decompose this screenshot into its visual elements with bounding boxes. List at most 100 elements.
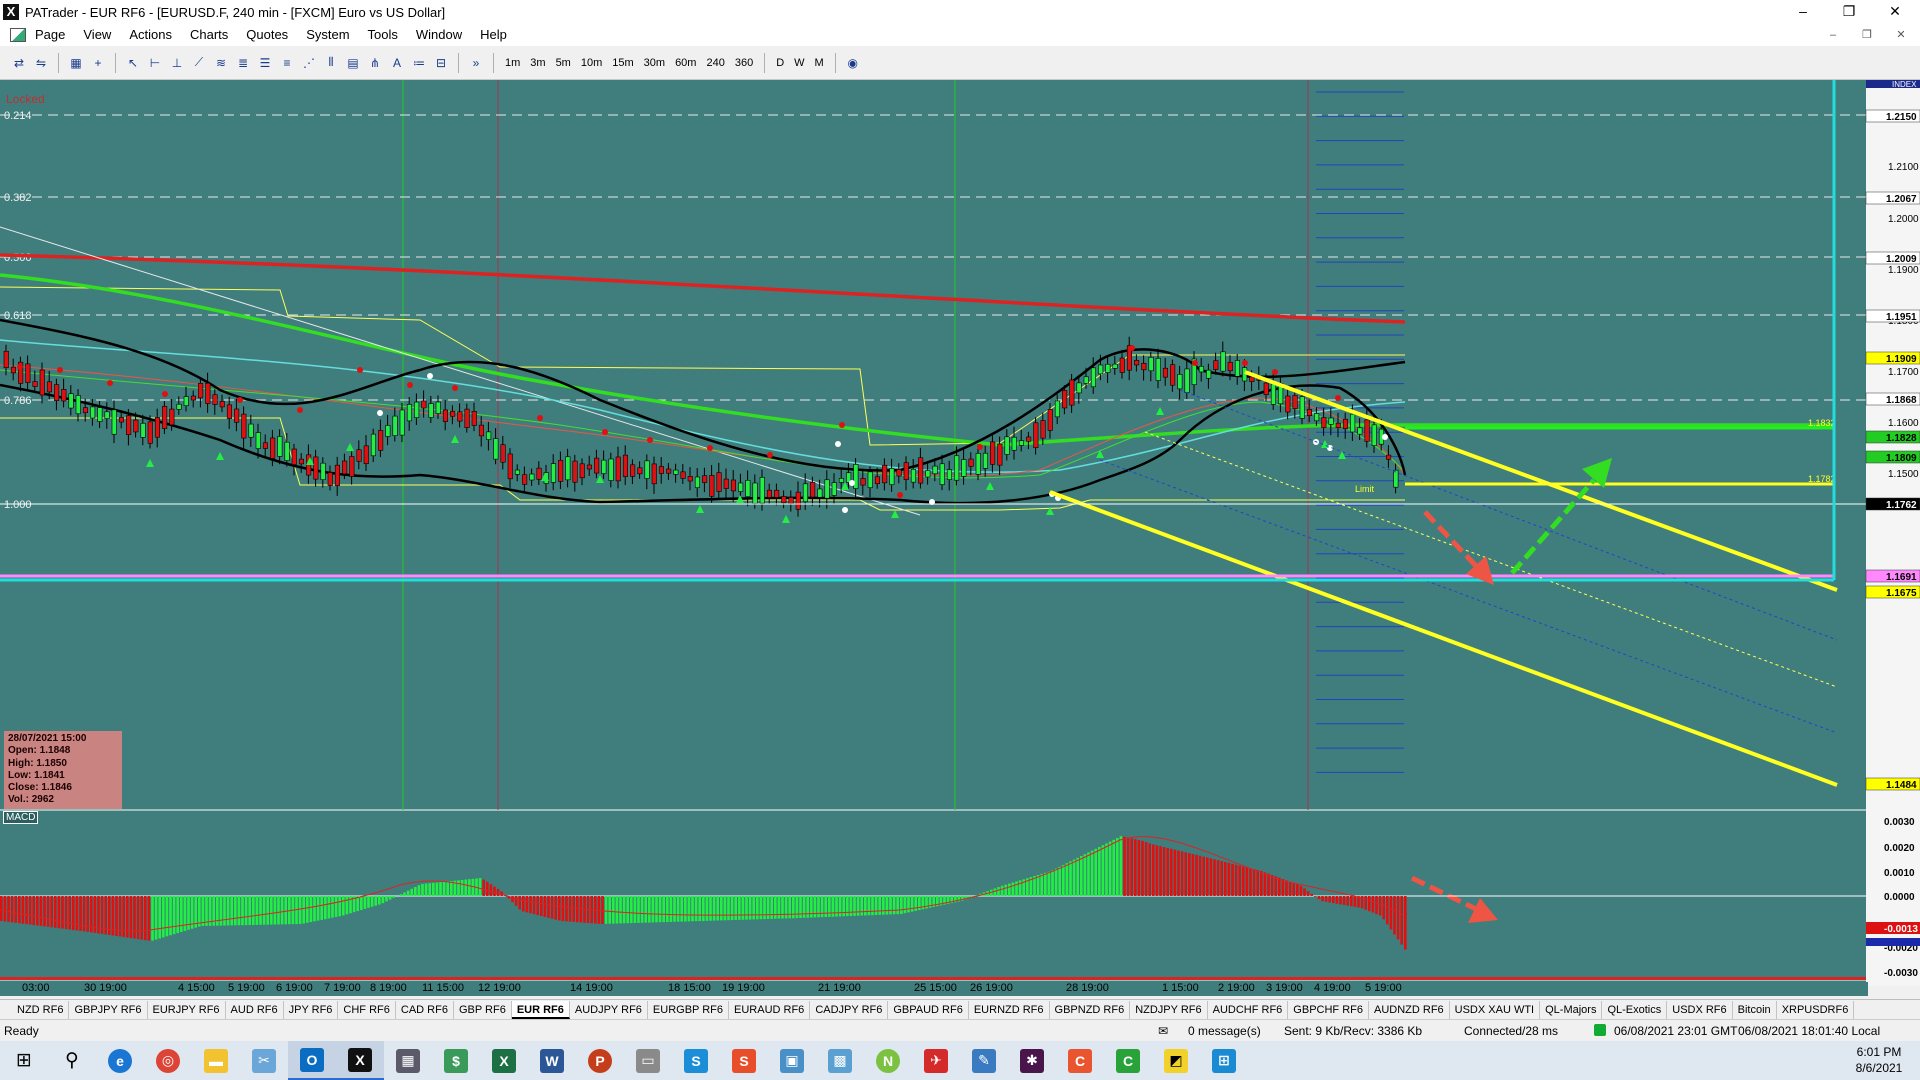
timeframe-15m[interactable]: 15m bbox=[607, 53, 638, 73]
channel-icon[interactable]: ≋ bbox=[211, 53, 231, 73]
mdi-restore-button[interactable]: ❐ bbox=[1852, 26, 1882, 44]
restore-button[interactable]: ❐ bbox=[1826, 0, 1872, 24]
leaf-icon[interactable]: N bbox=[864, 1041, 912, 1080]
patrader-icon[interactable]: X bbox=[336, 1041, 384, 1080]
timeframe-30m[interactable]: 30m bbox=[639, 53, 670, 73]
clock-icon[interactable]: ◉ bbox=[843, 53, 863, 73]
menu-system[interactable]: System bbox=[297, 24, 358, 46]
screen-icon[interactable]: ⊞ bbox=[1200, 1041, 1248, 1080]
menu-actions[interactable]: Actions bbox=[120, 24, 181, 46]
timeframe-360[interactable]: 360 bbox=[730, 53, 758, 73]
system-clock[interactable]: 6:01 PM 8/6/2021 bbox=[1844, 1044, 1914, 1076]
trendline-icon[interactable]: ⟋ bbox=[189, 53, 209, 73]
skype-icon[interactable]: S bbox=[672, 1041, 720, 1080]
excel-icon[interactable]: X bbox=[480, 1041, 528, 1080]
app-c-icon[interactable]: C bbox=[1056, 1041, 1104, 1080]
menu-page[interactable]: Page bbox=[26, 24, 74, 46]
tab-ql-majors[interactable]: QL-Majors bbox=[1540, 1000, 1603, 1019]
tab-chf-rf6[interactable]: CHF RF6 bbox=[338, 1000, 396, 1019]
tab-xrpusdrf6[interactable]: XRPUSDRF6 bbox=[1777, 1000, 1855, 1019]
close-button[interactable]: ✕ bbox=[1872, 0, 1918, 24]
slack-icon[interactable]: ✱ bbox=[1008, 1041, 1056, 1080]
tab-gbpjpy-rf6[interactable]: GBPJPY RF6 bbox=[69, 1000, 148, 1019]
fib-retracement-icon[interactable]: ☰ bbox=[255, 53, 275, 73]
notes-icon[interactable]: ◩ bbox=[1152, 1041, 1200, 1080]
tab-gbpchf-rf6[interactable]: GBPCHF RF6 bbox=[1288, 1000, 1369, 1019]
snip-icon[interactable]: ✂ bbox=[240, 1041, 288, 1080]
start-icon[interactable]: ⊞ bbox=[0, 1041, 48, 1080]
powerpoint-icon[interactable]: P bbox=[576, 1041, 624, 1080]
tab-gbpnzd-rf6[interactable]: GBPNZD RF6 bbox=[1050, 1000, 1131, 1019]
menu-window[interactable]: Window bbox=[407, 24, 471, 46]
tab-eur-rf6[interactable]: EUR RF6 bbox=[511, 1000, 570, 1019]
tab-audchf-rf6[interactable]: AUDCHF RF6 bbox=[1208, 1000, 1289, 1019]
mdi-minimize-button[interactable]: – bbox=[1818, 26, 1848, 44]
timezone-icon[interactable]: ⦀ bbox=[321, 53, 341, 73]
timeframe-240[interactable]: 240 bbox=[701, 53, 729, 73]
menu-quotes[interactable]: Quotes bbox=[237, 24, 297, 46]
price-chart[interactable]: 0.2140.3820.5000.6180.7861.000 Limit1.18… bbox=[0, 80, 1920, 986]
camtasia-icon[interactable]: C bbox=[1104, 1041, 1152, 1080]
levels-icon[interactable]: ≔ bbox=[409, 53, 429, 73]
hline-icon[interactable]: ⊢ bbox=[145, 53, 165, 73]
chrome-icon[interactable]: ◎ bbox=[144, 1041, 192, 1080]
tab-jpy-rf6[interactable]: JPY RF6 bbox=[284, 1000, 339, 1019]
timeframe-60m[interactable]: 60m bbox=[670, 53, 701, 73]
tab-eurjpy-rf6[interactable]: EURJPY RF6 bbox=[148, 1000, 226, 1019]
mail-icon[interactable]: ✉ bbox=[1158, 1024, 1168, 1038]
link-icon[interactable]: ⇄ bbox=[9, 53, 29, 73]
bird-icon[interactable]: ✈ bbox=[912, 1041, 960, 1080]
timeframe-d[interactable]: D bbox=[771, 53, 789, 73]
tab-audjpy-rf6[interactable]: AUDJPY RF6 bbox=[570, 1000, 648, 1019]
tab-gbpaud-rf6[interactable]: GBPAUD RF6 bbox=[888, 1000, 969, 1019]
fib-extension-icon[interactable]: ≡ bbox=[277, 53, 297, 73]
vline-icon[interactable]: ⊥ bbox=[167, 53, 187, 73]
fib-channel-icon[interactable]: ≣ bbox=[233, 53, 253, 73]
tab-usdx-xau-wti[interactable]: USDX XAU WTI bbox=[1450, 1000, 1541, 1019]
chart-icon[interactable]: ▦ bbox=[66, 53, 86, 73]
rectangle-icon[interactable]: ▤ bbox=[343, 53, 363, 73]
timeframe-3m[interactable]: 3m bbox=[525, 53, 550, 73]
explorer-icon[interactable]: ▬ bbox=[192, 1041, 240, 1080]
archive-icon[interactable]: ▭ bbox=[624, 1041, 672, 1080]
timeframe-w[interactable]: W bbox=[789, 53, 809, 73]
app-s-icon[interactable]: S bbox=[720, 1041, 768, 1080]
menu-tools[interactable]: Tools bbox=[359, 24, 407, 46]
pitchfork-icon[interactable]: ⋔ bbox=[365, 53, 385, 73]
ruler-icon[interactable]: ⊟ bbox=[431, 53, 451, 73]
crosshair-icon[interactable]: + bbox=[88, 53, 108, 73]
calculator-icon[interactable]: ▦ bbox=[384, 1041, 432, 1080]
timeframe-m[interactable]: M bbox=[810, 53, 829, 73]
tab-bitcoin[interactable]: Bitcoin bbox=[1733, 1000, 1777, 1019]
menu-charts[interactable]: Charts bbox=[181, 24, 237, 46]
menu-help[interactable]: Help bbox=[471, 24, 516, 46]
more-icon[interactable]: » bbox=[466, 53, 486, 73]
tab-aud-rf6[interactable]: AUD RF6 bbox=[226, 1000, 284, 1019]
tab-cad-rf6[interactable]: CAD RF6 bbox=[396, 1000, 454, 1019]
unlink-icon[interactable]: ⇋ bbox=[31, 53, 51, 73]
menu-view[interactable]: View bbox=[74, 24, 120, 46]
tab-eurgbp-rf6[interactable]: EURGBP RF6 bbox=[648, 1000, 730, 1019]
timeframe-10m[interactable]: 10m bbox=[576, 53, 607, 73]
money-icon[interactable]: $ bbox=[432, 1041, 480, 1080]
page-icon[interactable] bbox=[10, 28, 26, 42]
tab-gbp-rf6[interactable]: GBP RF6 bbox=[454, 1000, 512, 1019]
outlook-icon[interactable]: O bbox=[288, 1041, 336, 1080]
mdi-close-button[interactable]: ✕ bbox=[1886, 26, 1916, 44]
pen-icon[interactable]: ✎ bbox=[960, 1041, 1008, 1080]
tab-ql-exotics[interactable]: QL-Exotics bbox=[1602, 1000, 1668, 1019]
edge-icon[interactable]: e bbox=[96, 1041, 144, 1080]
tab-eurnzd-rf6[interactable]: EURNZD RF6 bbox=[969, 1000, 1050, 1019]
fan-icon[interactable]: ⋰ bbox=[299, 53, 319, 73]
photos-icon[interactable]: ▩ bbox=[816, 1041, 864, 1080]
timeframe-1m[interactable]: 1m bbox=[500, 53, 525, 73]
remote-icon[interactable]: ▣ bbox=[768, 1041, 816, 1080]
tab-audnzd-rf6[interactable]: AUDNZD RF6 bbox=[1369, 1000, 1450, 1019]
search-icon[interactable]: ⚲ bbox=[48, 1041, 96, 1080]
word-icon[interactable]: W bbox=[528, 1041, 576, 1080]
tab-euraud-rf6[interactable]: EURAUD RF6 bbox=[729, 1000, 811, 1019]
text-icon[interactable]: A bbox=[387, 53, 407, 73]
tab-nzd-rf6[interactable]: NZD RF6 bbox=[12, 1000, 70, 1019]
chart-area[interactable]: 0.214 0.382 0.500 0.618 0.786 1.000 Limit 1.18… bbox=[0, 80, 1920, 986]
tab-usdx-rf6[interactable]: USDX RF6 bbox=[1667, 1000, 1733, 1019]
